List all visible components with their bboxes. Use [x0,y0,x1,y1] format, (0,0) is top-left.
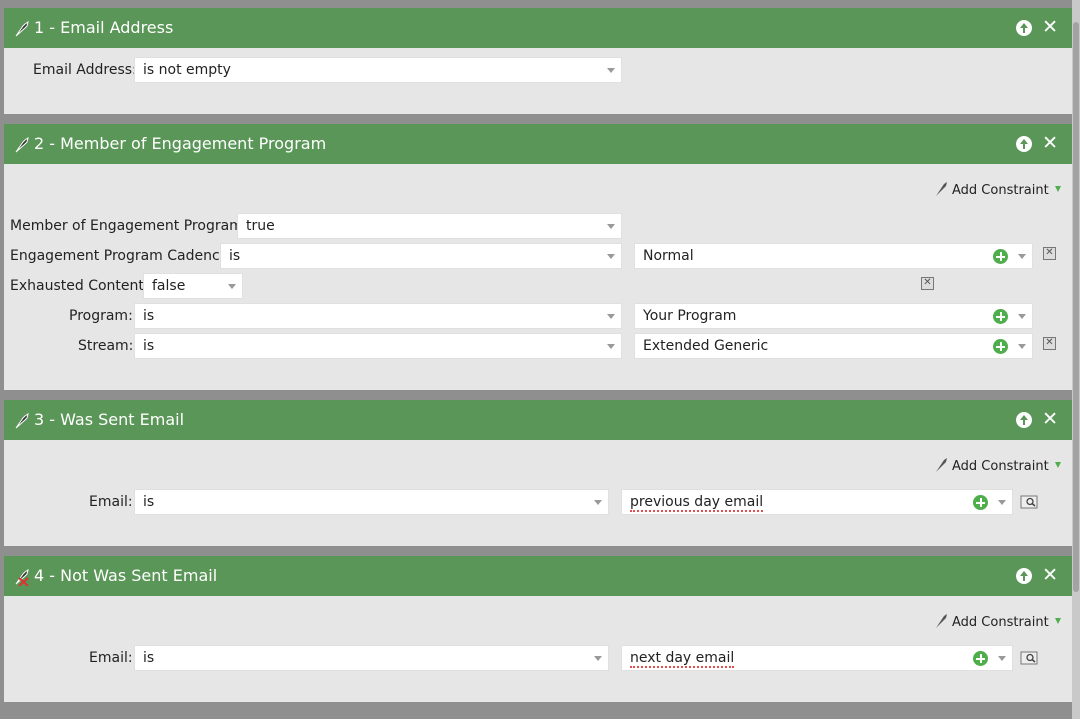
add-constraint-button[interactable]: Add Constraint [935,613,1061,630]
close-icon[interactable]: ✕ [1042,564,1058,586]
filter-title: 1 - Email Address [34,18,174,37]
stream-label: Stream: [78,338,134,354]
close-icon[interactable]: ✕ [1042,408,1058,430]
email-label: Email: [89,650,133,666]
program-label: Program: [69,308,133,324]
filter-header[interactable]: 1 - Email Address ✕ [4,8,1072,48]
chevron-down-icon [998,656,1006,661]
filter-header[interactable]: 3 - Was Sent Email ✕ [4,400,1072,440]
engagement-program-cadence-label: Engagement Program Cadence: [10,248,234,264]
stream-operator-select[interactable]: is [134,333,622,359]
stream-value: Extended Generic [643,338,769,354]
add-constraint-label: Add Constraint [952,615,1049,630]
operator-value: false [152,278,186,294]
chevron-down-icon [607,254,615,259]
chevron-down-icon [1054,618,1061,624]
wrench-icon [936,614,947,628]
member-of-engagement-program-label: Member of Engagement Program: [10,218,248,234]
operator-value: true [246,218,275,234]
operator-value: is [229,248,241,264]
add-constraint-label: Add Constraint [952,183,1049,198]
add-constraint-button[interactable]: Add Constraint [935,181,1061,198]
chevron-down-icon [1054,462,1061,468]
email-value-select[interactable]: next day email [621,645,1013,671]
chevron-down-icon [1054,186,1061,192]
chevron-down-icon [607,314,615,319]
add-constraint-button[interactable]: Add Constraint [935,457,1061,474]
move-up-icon[interactable] [1016,136,1032,152]
chevron-down-icon [607,68,615,73]
email-address-operator-select[interactable]: is not empty [134,57,622,83]
filter-email-address: 1 - Email Address ✕ Email Address: is no… [4,8,1072,114]
remove-x-icon[interactable]: ✕ [1043,337,1056,350]
chevron-down-icon [607,344,615,349]
filter-header[interactable]: 2 - Member of Engagement Program ✕ [4,124,1072,164]
move-up-icon[interactable] [1016,20,1032,36]
filter-header[interactable]: 4 - Not Was Sent Email ✕ [4,556,1072,596]
wrench-icon [15,136,29,153]
exhausted-content-label: Exhausted Content: [10,278,149,294]
plus-circle-icon[interactable] [993,339,1008,354]
cadence-value: Normal [643,248,694,264]
operator-value: is [143,338,155,354]
move-up-icon[interactable] [1016,568,1032,584]
program-operator-select[interactable]: is [134,303,622,329]
wrench-icon [936,458,947,472]
wrench-icon [15,20,29,37]
filter-was-sent-email: 3 - Was Sent Email ✕ Add Constraint Emai… [4,400,1072,546]
chevron-down-icon [1018,314,1026,319]
search-lookup-icon[interactable] [1020,651,1038,665]
scrollbar[interactable] [1072,0,1080,719]
filter-title: 4 - Not Was Sent Email [34,566,218,585]
email-value: previous day email [630,494,764,512]
plus-circle-icon[interactable] [993,249,1008,264]
chevron-down-icon [594,500,602,505]
stream-value-select[interactable]: Extended Generic [634,333,1033,359]
chevron-down-icon [1018,254,1026,259]
chevron-down-icon [1018,344,1026,349]
email-operator-select[interactable]: is [134,645,609,671]
operator-value: is [143,308,155,324]
filter-member-of-engagement-program: 2 - Member of Engagement Program ✕ Add C… [4,124,1072,390]
close-icon[interactable]: ✕ [1042,16,1058,38]
member-of-engagement-program-select[interactable]: true [237,213,622,239]
plus-circle-icon[interactable] [993,309,1008,324]
wrench-not-icon [15,568,29,586]
exhausted-content-select[interactable]: false [143,273,243,299]
cadence-value-select[interactable]: Normal [634,243,1033,269]
email-address-label: Email Address: [33,62,137,78]
filter-not-was-sent-email: 4 - Not Was Sent Email ✕ Add Constraint … [4,556,1072,702]
close-icon[interactable]: ✕ [1042,132,1058,154]
email-label: Email: [89,494,133,510]
scrollbar-thumb[interactable] [1073,22,1079,592]
remove-x-icon[interactable]: ✕ [1043,247,1056,260]
chevron-down-icon [998,500,1006,505]
email-value-select[interactable]: previous day email [621,489,1013,515]
filter-title: 2 - Member of Engagement Program [34,134,327,153]
program-value: Your Program [643,308,737,324]
wrench-icon [936,182,947,196]
plus-circle-icon[interactable] [973,495,988,510]
program-value-select[interactable]: Your Program [634,303,1033,329]
operator-value: is [143,494,155,510]
operator-value: is [143,650,155,666]
filter-title: 3 - Was Sent Email [34,410,185,429]
chevron-down-icon [594,656,602,661]
chevron-down-icon [228,284,236,289]
plus-circle-icon[interactable] [973,651,988,666]
email-operator-select[interactable]: is [134,489,609,515]
move-up-icon[interactable] [1016,412,1032,428]
operator-value: is not empty [143,62,231,78]
chevron-down-icon [607,224,615,229]
remove-x-icon[interactable]: ✕ [921,277,934,290]
add-constraint-label: Add Constraint [952,459,1049,474]
search-lookup-icon[interactable] [1020,495,1038,509]
cadence-operator-select[interactable]: is [220,243,622,269]
wrench-icon [15,412,29,429]
email-value: next day email [630,650,735,668]
